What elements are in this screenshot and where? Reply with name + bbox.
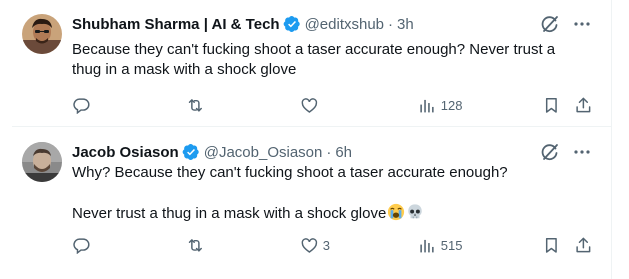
display-name[interactable]: Jacob Osiason — [72, 144, 179, 161]
like-button[interactable] — [300, 94, 323, 116]
tweet-header: Shubham Sharma | AI & Tech @editxshub · … — [72, 14, 414, 34]
skull-emoji — [406, 203, 424, 221]
bookmark-button[interactable] — [542, 234, 561, 256]
like-icon — [300, 96, 319, 115]
like-icon — [300, 236, 319, 255]
timestamp[interactable]: 6h — [335, 144, 352, 161]
share-icon — [574, 236, 593, 255]
retweet-icon — [186, 236, 205, 255]
display-name[interactable]: Shubham Sharma | AI & Tech — [72, 16, 280, 33]
share-icon — [574, 96, 593, 115]
more-icon[interactable] — [572, 14, 592, 34]
like-button[interactable]: 3 — [300, 234, 330, 256]
view-count: 128 — [440, 97, 463, 113]
grok-icon[interactable] — [540, 14, 560, 34]
tweet-divider — [12, 126, 612, 127]
views-icon — [418, 236, 437, 255]
handle[interactable]: @editxshub — [305, 16, 384, 33]
views-button[interactable]: 515 — [418, 234, 462, 256]
bookmark-icon — [542, 236, 561, 255]
separator-dot: · — [326, 143, 332, 161]
tweet-text: Because they can't fucking shoot a taser… — [72, 41, 556, 78]
retweet-icon — [186, 96, 205, 115]
share-button[interactable] — [574, 234, 593, 256]
tweet-text: Why? Because they can't fucking shoot a … — [72, 163, 592, 224]
separator-dot: · — [388, 15, 394, 33]
tweet-text-content: Why? Because they can't fucking shoot a … — [72, 164, 508, 222]
views-icon — [418, 96, 437, 115]
grok-icon[interactable] — [540, 142, 560, 162]
avatar[interactable] — [22, 142, 62, 182]
bookmark-button[interactable] — [542, 94, 561, 116]
avatar[interactable] — [22, 14, 62, 54]
share-button[interactable] — [574, 94, 593, 116]
action-bar: 128 — [72, 94, 602, 116]
view-count: 515 — [440, 237, 463, 253]
verified-badge-icon — [283, 15, 301, 33]
reply-icon — [72, 96, 91, 115]
views-button[interactable]: 128 — [418, 94, 462, 116]
tweet-original[interactable]: Jacob Osiason @Jacob_Osiason · 6h Why? B… — [12, 128, 612, 279]
handle[interactable]: @Jacob_Osiason — [204, 144, 323, 161]
reply-icon — [72, 236, 91, 255]
action-bar: 3 515 — [72, 234, 602, 256]
bookmark-icon — [542, 96, 561, 115]
more-icon[interactable] — [572, 142, 592, 162]
loudly-crying-face-emoji — [387, 203, 405, 221]
verified-badge-icon — [182, 143, 200, 161]
reply-button[interactable] — [72, 234, 95, 256]
tweet-header: Jacob Osiason @Jacob_Osiason · 6h — [72, 142, 352, 162]
reply-button[interactable] — [72, 94, 95, 116]
timestamp[interactable]: 3h — [397, 16, 414, 33]
retweet-button[interactable] — [186, 234, 209, 256]
like-count: 3 — [322, 237, 330, 253]
retweet-button[interactable] — [186, 94, 209, 116]
tweet-reply[interactable]: Shubham Sharma | AI & Tech @editxshub · … — [12, 0, 612, 123]
